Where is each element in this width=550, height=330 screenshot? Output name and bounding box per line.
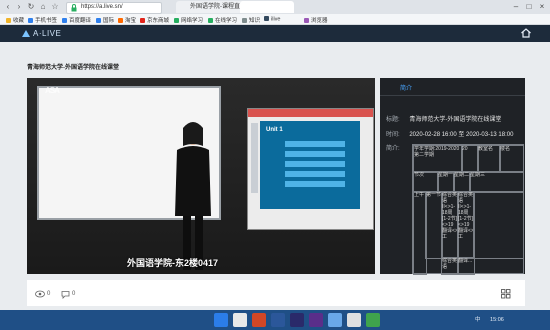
video-player[interactable]: Unit 1 ASA 外国语学院-东2楼0417 [27,78,375,274]
address-bar[interactable]: https://a.live.sn/ [66,2,162,14]
table-cell: 星期三 [469,171,524,193]
table-cell: 节次 [413,171,439,193]
bookmark-label: 浏览器 [311,18,328,24]
schedule-table: 学年学期:2019-2020 第二学期 20 教室名 楼名 节次 星期一 星期二… [412,144,524,275]
app-icon[interactable] [366,313,380,327]
ime-indicator[interactable]: 中 [475,317,481,323]
bookmark-item[interactable]: 淘宝 [118,16,136,24]
bookmark-label: 在线学习 [215,18,238,24]
logo-icon [22,30,30,37]
after-effects-icon[interactable] [309,313,323,327]
bookmark-label: 国际 [103,18,115,24]
system-tray: 中 15:06 [475,315,504,323]
bookmark-icon [242,17,247,23]
action-bar [27,280,525,306]
bookmark-icon [62,17,67,23]
table-cell: 翻译... [457,257,475,275]
word-icon[interactable] [271,313,285,327]
comment-icon[interactable] [61,290,70,299]
comment-count: 0 [72,291,76,297]
star-icon[interactable]: ☆ [50,2,60,12]
bookmark-icon [140,17,145,23]
table-header-cell: 学年学期:2019-2020 第二学期 [413,145,463,173]
bookmark-item[interactable]: 浏览器 [304,16,328,24]
bookmark-icon [208,17,213,23]
title-value: 青海师范大学-外国语学院在线课堂 [409,117,502,123]
bookmark-icon [96,17,101,23]
home-nav-icon[interactable]: ⌂ [38,2,48,12]
chrome-icon[interactable] [347,313,361,327]
title-row: 标题: 青海师范大学-外国语学院在线课堂 [386,117,502,123]
eye-icon[interactable] [35,290,45,298]
page-title: 青海师范大学-外国语学院在线课堂 [27,65,119,71]
bookmark-label: 手机书签 [35,18,58,24]
sidebar-divider [380,95,525,96]
presentation-slide: Unit 1 [260,121,360,209]
lock-icon [71,4,77,12]
intro-row: 简介: [386,146,400,152]
maximize-icon[interactable]: □ [523,1,535,13]
bookmark-item[interactable]: 百度翻译 [62,16,91,24]
slide-title: Unit 1 [266,127,283,133]
file-explorer-icon[interactable] [233,313,247,327]
bookmark-label: 网络学习 [181,18,204,24]
view-count: 0 [47,291,51,297]
projector-screen: Unit 1 [247,108,374,230]
bookmark-item[interactable]: 在线学习 [208,16,237,24]
bookmark-icon [6,17,11,23]
bookmark-item[interactable]: 知识 [242,16,260,24]
bookmark-item[interactable]: 网络学习 [174,16,203,24]
bookmark-label: ilive [271,16,281,23]
bookmark-icon [28,17,33,23]
back-icon[interactable]: ‹ [3,2,13,12]
bookmark-label: 收藏 [13,18,25,24]
bookmark-icon [174,17,179,23]
forward-icon[interactable]: › [14,2,24,12]
close-icon[interactable]: × [536,1,548,13]
powerpoint-icon[interactable] [252,313,266,327]
video-caption: 外国语学院-东2楼0417 [127,258,219,268]
video-watermark: ASA [45,86,60,95]
table-header-cell: 楼名 [499,145,524,173]
bookmark-label: 淘宝 [125,18,137,24]
tab-active[interactable] [240,1,294,13]
clock[interactable]: 15:06 [490,317,504,323]
bookmark-item[interactable]: 手机书签 [28,16,57,24]
table-header-cell: 教室名 [477,145,501,173]
table-cell [473,191,524,259]
tab-label: 外国语学院-课程直播 [190,4,246,10]
address-text: https://a.live.sn/ [81,4,123,10]
home-icon[interactable] [520,27,532,39]
site-logo[interactable]: A·LIVE [22,29,61,38]
premiere-icon[interactable] [290,313,304,327]
bookmark-label: 百度翻译 [69,18,92,24]
bookmark-icon [118,17,123,23]
bookmark-item[interactable]: 国际 [96,16,114,24]
edge-icon[interactable] [214,313,228,327]
minimize-icon[interactable]: – [510,1,522,13]
time-value: 2020-02-28 16:00 至 2020-03-13 18:00 [409,132,514,138]
bookmark-item[interactable]: 京东商城 [140,16,169,24]
bookmark-label: 京东商城 [147,18,170,24]
time-row: 时间: 2020-02-28 16:00 至 2020-03-13 18:00 [386,132,514,138]
bookmark-label: 知识 [249,18,261,24]
site-header [0,25,550,42]
bookmark-item[interactable]: ilive [264,16,280,23]
tab-intro[interactable]: 简介 [400,83,412,92]
bookmark-item[interactable]: 收藏 [6,16,24,24]
browser-icon[interactable] [328,313,342,327]
bookmark-icon [264,16,269,21]
presenter-figure [175,122,211,270]
refresh-icon[interactable]: ↻ [26,2,36,12]
bookmark-icon [304,17,309,23]
grid-view-icon[interactable] [501,289,511,299]
